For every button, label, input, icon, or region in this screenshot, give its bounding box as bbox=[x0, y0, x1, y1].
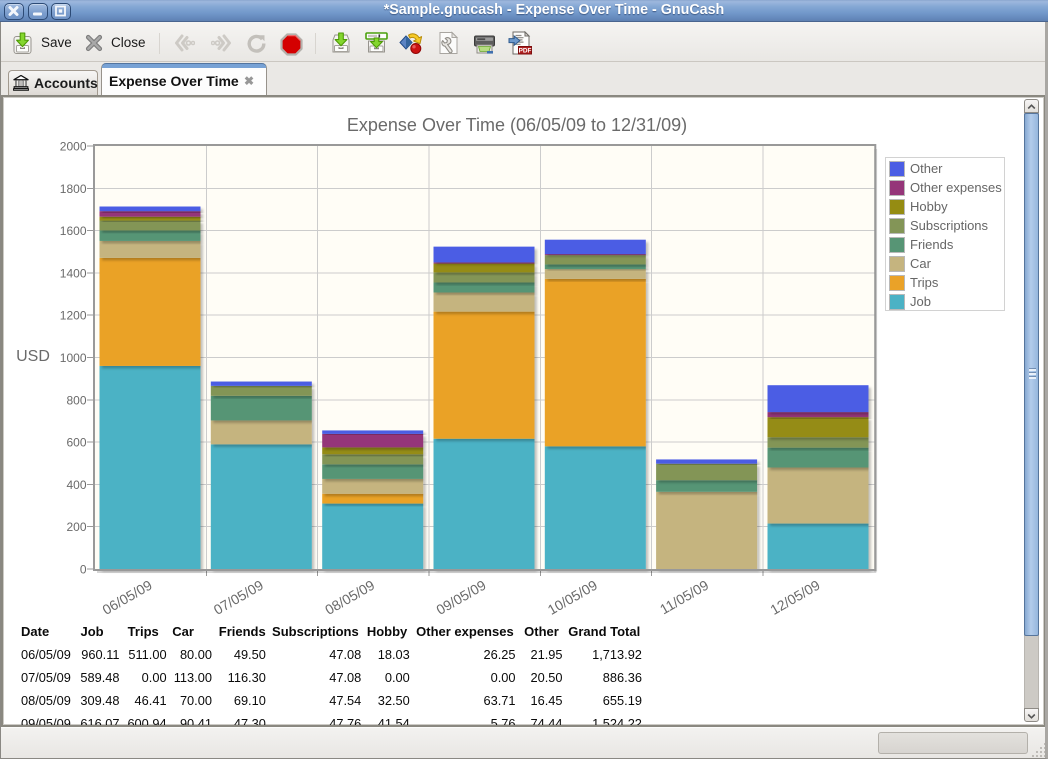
svg-text:07/05/09: 07/05/09 bbox=[211, 577, 266, 618]
svg-text:08/05/09: 08/05/09 bbox=[322, 577, 377, 618]
svg-text:1400: 1400 bbox=[60, 266, 87, 280]
svg-text:200: 200 bbox=[66, 520, 86, 534]
svg-text:Expense Over Time (06/05/09 to: Expense Over Time (06/05/09 to 12/31/09) bbox=[347, 115, 687, 135]
svg-text:USD: USD bbox=[16, 348, 50, 365]
svg-text:11/05/09: 11/05/09 bbox=[657, 577, 711, 618]
svg-text:10/05/09: 10/05/09 bbox=[545, 577, 600, 618]
svg-text:1000: 1000 bbox=[60, 351, 87, 365]
svg-text:PDF: PDF bbox=[519, 48, 532, 55]
svg-text:400: 400 bbox=[66, 478, 86, 492]
svg-text:0: 0 bbox=[80, 563, 87, 577]
svg-text:06/05/09: 06/05/09 bbox=[100, 577, 155, 618]
svg-text:1600: 1600 bbox=[60, 224, 87, 238]
svg-text:12/05/09: 12/05/09 bbox=[767, 577, 822, 618]
svg-text:1800: 1800 bbox=[60, 182, 87, 196]
svg-text:2000: 2000 bbox=[60, 140, 87, 154]
svg-text:800: 800 bbox=[66, 393, 86, 407]
svg-text:1200: 1200 bbox=[60, 309, 87, 323]
svg-text:600: 600 bbox=[66, 436, 86, 450]
svg-text:09/05/09: 09/05/09 bbox=[433, 577, 488, 618]
